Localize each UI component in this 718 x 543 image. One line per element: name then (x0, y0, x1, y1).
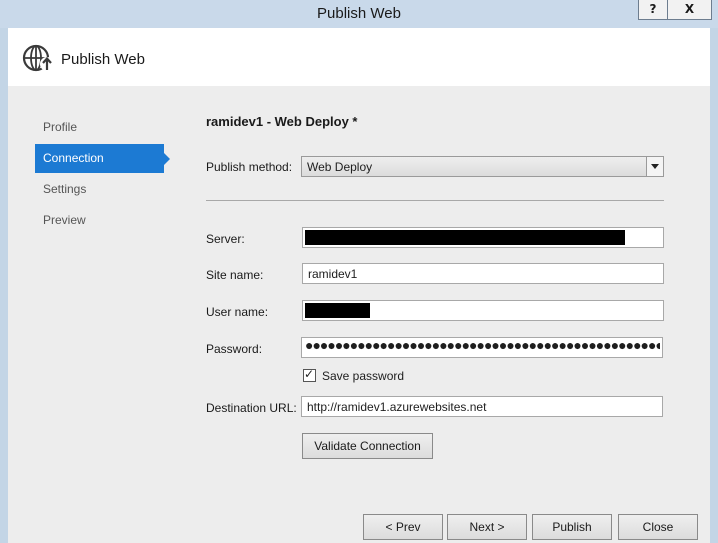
validate-connection-button[interactable]: Validate Connection (302, 433, 433, 459)
password-label: Password: (206, 342, 263, 356)
wizard-nav: Profile Connection Settings Preview (35, 113, 175, 237)
destination-url-input[interactable]: http://ramidev1.azurewebsites.net (301, 396, 663, 417)
password-value: ●●●●●●●●●●●●●●●●●●●●●●●●●●●●●●●●●●●●●●●●… (305, 337, 660, 353)
prev-button[interactable]: < Prev (363, 514, 443, 540)
checkmark-icon: ✓ (304, 367, 315, 381)
save-password-label[interactable]: Save password (322, 369, 404, 383)
publish-method-value: Web Deploy (307, 160, 373, 174)
header-title: Publish Web (61, 51, 145, 68)
user-name-label: User name: (206, 305, 269, 319)
site-name-input[interactable]: ramidev1 (302, 263, 664, 284)
help-button[interactable]: ? (638, 0, 668, 20)
site-name-value: ramidev1 (308, 267, 358, 281)
server-label: Server: (206, 232, 245, 246)
chevron-down-icon[interactable] (646, 157, 663, 176)
nav-item-profile[interactable]: Profile (35, 113, 175, 142)
nav-item-preview[interactable]: Preview (35, 206, 175, 235)
publish-button[interactable]: Publish (532, 514, 612, 540)
window-titlebar: Publish Web ? X (0, 0, 718, 28)
close-window-button[interactable]: X (667, 0, 712, 20)
publish-method-select[interactable]: Web Deploy (301, 156, 664, 177)
publish-dialog: Publish Web Profile Connection Settings … (8, 28, 710, 543)
nav-item-settings[interactable]: Settings (35, 175, 175, 204)
next-button[interactable]: Next > (447, 514, 527, 540)
close-button[interactable]: Close (618, 514, 698, 540)
divider (206, 200, 664, 201)
save-password-checkbox[interactable]: ✓ (303, 367, 316, 382)
redacted-server (305, 230, 625, 245)
window-title: Publish Web (317, 5, 401, 22)
nav-item-connection[interactable]: Connection (35, 144, 170, 173)
user-name-input[interactable] (302, 300, 664, 321)
destination-url-label: Destination URL: (206, 401, 297, 415)
server-input[interactable] (302, 227, 664, 248)
connection-panel: ramidev1 - Web Deploy * Publish method: … (206, 28, 676, 543)
redacted-user-name (305, 303, 370, 318)
destination-url-value: http://ramidev1.azurewebsites.net (307, 400, 487, 414)
site-name-label: Site name: (206, 268, 264, 282)
globe-publish-icon (22, 44, 54, 72)
profile-title: ramidev1 - Web Deploy * (206, 114, 358, 129)
publish-method-label: Publish method: (206, 160, 293, 174)
password-input[interactable]: ●●●●●●●●●●●●●●●●●●●●●●●●●●●●●●●●●●●●●●●●… (301, 337, 663, 358)
